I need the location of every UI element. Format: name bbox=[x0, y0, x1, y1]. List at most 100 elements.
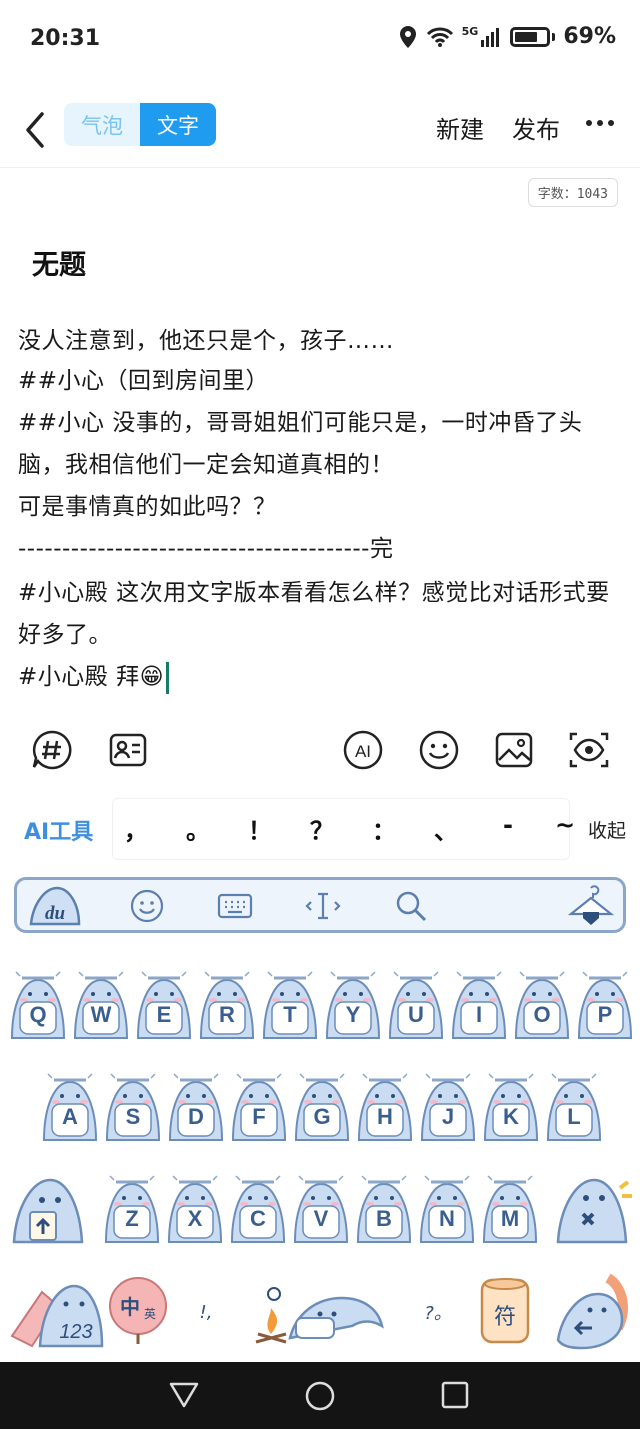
signal-icon bbox=[481, 27, 500, 47]
clock: 20:31 bbox=[30, 26, 101, 51]
quick-punctuation-bar: AI工具 ， 。 ！ ？ ： 、 - ~ 收起 bbox=[0, 798, 640, 860]
punct-key[interactable]: ？ bbox=[307, 811, 337, 846]
key-a[interactable]: A bbox=[40, 1070, 100, 1144]
shift-key[interactable] bbox=[8, 1168, 88, 1248]
space-key[interactable] bbox=[250, 1272, 390, 1350]
key-v[interactable]: V bbox=[291, 1172, 351, 1246]
key-o[interactable]: O bbox=[512, 968, 572, 1042]
tab-bubble[interactable]: 气泡 bbox=[64, 103, 140, 146]
key-j[interactable]: J bbox=[418, 1070, 478, 1144]
key-e[interactable]: E bbox=[134, 968, 194, 1042]
image-icon[interactable] bbox=[488, 724, 540, 776]
key-l[interactable]: L bbox=[544, 1070, 604, 1144]
ai-tools-button[interactable]: AI工具 bbox=[24, 814, 93, 846]
keyboard-toolbar: du bbox=[14, 877, 626, 933]
key-label: E bbox=[156, 1002, 172, 1027]
punct-key[interactable]: - bbox=[493, 811, 523, 839]
new-button[interactable]: 新建 bbox=[436, 110, 484, 145]
key-n[interactable]: N bbox=[417, 1172, 477, 1246]
delete-key[interactable] bbox=[550, 1168, 634, 1248]
comma-key[interactable]: !, bbox=[186, 1282, 226, 1342]
key-w[interactable]: W bbox=[71, 968, 131, 1042]
symbol-key-label: 符 bbox=[494, 1305, 516, 1330]
key-label: T bbox=[283, 1002, 297, 1027]
ai-icon[interactable]: AI bbox=[337, 724, 389, 776]
editor-header: 气泡 文字 新建 发布 bbox=[0, 96, 640, 156]
svg-text:AI: AI bbox=[355, 742, 371, 761]
key-m[interactable]: M bbox=[480, 1172, 540, 1246]
key-label: Z bbox=[125, 1206, 139, 1231]
key-label: W bbox=[90, 1002, 112, 1027]
emoji-icon[interactable] bbox=[413, 724, 465, 776]
key-label: J bbox=[441, 1104, 455, 1129]
language-key[interactable]: 中 英 bbox=[106, 1276, 170, 1346]
location-icon bbox=[399, 25, 416, 48]
contact-card-icon[interactable] bbox=[102, 724, 154, 776]
text-editor[interactable]: 没人注意到，他还只是个，孩子…… ##小心（回到房间里） ##小心 没事的，哥哥… bbox=[0, 318, 640, 704]
key-h[interactable]: H bbox=[355, 1070, 415, 1144]
key-label: P bbox=[597, 1002, 613, 1027]
punct-key[interactable]: 、 bbox=[431, 811, 461, 846]
lang-sub: 英 bbox=[144, 1307, 156, 1321]
punct-key[interactable]: ！ bbox=[245, 811, 275, 846]
emoji-icon[interactable] bbox=[125, 886, 169, 926]
header-divider bbox=[0, 167, 640, 168]
key-label: G bbox=[313, 1104, 331, 1129]
cursor-move-icon[interactable] bbox=[301, 886, 345, 926]
key-label: R bbox=[219, 1002, 235, 1027]
nav-home-icon[interactable] bbox=[304, 1380, 336, 1412]
skin-hanger-icon[interactable] bbox=[565, 885, 617, 926]
punct-key[interactable]: ： bbox=[369, 811, 399, 846]
key-p[interactable]: P bbox=[575, 968, 635, 1042]
editor-toolbar: AI bbox=[0, 724, 640, 776]
key-t[interactable]: T bbox=[260, 968, 320, 1042]
key-b[interactable]: B bbox=[354, 1172, 414, 1246]
key-label: C bbox=[250, 1206, 266, 1231]
punct-key[interactable]: 。 bbox=[183, 811, 213, 846]
key-c[interactable]: C bbox=[228, 1172, 288, 1246]
key-g[interactable]: G bbox=[292, 1070, 352, 1144]
keyboard-icon[interactable] bbox=[213, 886, 257, 926]
battery-icon bbox=[510, 26, 551, 47]
paragraph: 没人注意到，他还只是个，孩子…… bbox=[18, 328, 394, 354]
key-u[interactable]: U bbox=[386, 968, 446, 1042]
number-key[interactable]: 123 bbox=[2, 1272, 106, 1350]
key-label: Y bbox=[345, 1002, 361, 1027]
shift-shark-icon bbox=[12, 1178, 84, 1244]
key-y[interactable]: Y bbox=[323, 968, 383, 1042]
post-title[interactable]: 无题 bbox=[32, 243, 86, 282]
punct-key[interactable]: ~ bbox=[550, 811, 580, 839]
key-q[interactable]: Q bbox=[8, 968, 68, 1042]
delete-shark-icon bbox=[556, 1178, 632, 1244]
key-label: U bbox=[408, 1002, 424, 1027]
nav-back-icon[interactable] bbox=[168, 1380, 200, 1410]
hashtag-bubble-icon[interactable] bbox=[26, 724, 78, 776]
word-count-badge: 字数：1043 bbox=[527, 178, 618, 207]
last-paragraph: #小心殿 拜😁 bbox=[18, 656, 623, 698]
collapse-button[interactable]: 收起 bbox=[588, 816, 626, 843]
more-icon[interactable] bbox=[586, 120, 614, 126]
key-label: I bbox=[475, 1002, 483, 1027]
back-button[interactable] bbox=[18, 102, 58, 150]
key-d[interactable]: D bbox=[166, 1070, 226, 1144]
key-x[interactable]: X bbox=[165, 1172, 225, 1246]
network-label: 5G bbox=[461, 25, 479, 38]
nav-recents-icon[interactable] bbox=[440, 1380, 470, 1410]
key-s[interactable]: S bbox=[103, 1070, 163, 1144]
key-k[interactable]: K bbox=[481, 1070, 541, 1144]
key-z[interactable]: Z bbox=[102, 1172, 162, 1246]
key-label: X bbox=[187, 1206, 203, 1231]
period-key[interactable]: ?。 bbox=[418, 1282, 458, 1342]
key-f[interactable]: F bbox=[229, 1070, 289, 1144]
search-icon[interactable] bbox=[389, 886, 433, 926]
symbol-key[interactable]: 符 bbox=[476, 1274, 534, 1348]
key-r[interactable]: R bbox=[197, 968, 257, 1042]
logo-icon[interactable]: du bbox=[27, 886, 83, 926]
tab-text[interactable]: 文字 bbox=[140, 103, 216, 146]
punct-key[interactable]: ， bbox=[121, 811, 151, 846]
enter-key[interactable] bbox=[548, 1270, 632, 1352]
key-i[interactable]: I bbox=[449, 968, 509, 1042]
publish-button[interactable]: 发布 bbox=[512, 110, 560, 145]
preview-eye-icon[interactable] bbox=[563, 724, 615, 776]
campfire-shark-icon bbox=[255, 1287, 384, 1344]
